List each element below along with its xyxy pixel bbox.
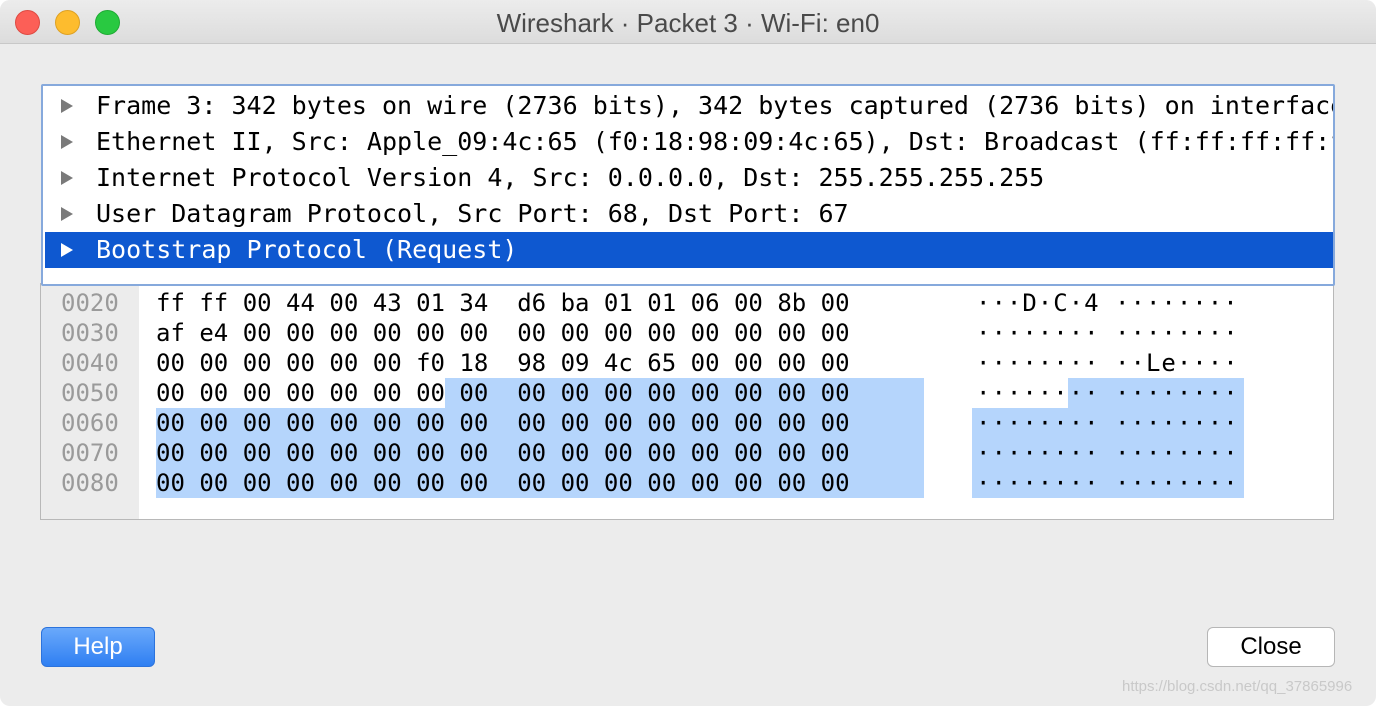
expand-arrow-icon[interactable] xyxy=(61,243,73,257)
hex-offset: 0030 xyxy=(61,319,119,347)
hex-row[interactable]: 0020 ff ff 00 44 00 43 01 34 d6 ba 01 01… xyxy=(41,288,1238,318)
tree-item-label: Frame 3: 342 bytes on wire (2736 bits), … xyxy=(96,91,1333,120)
hex-bytes[interactable]: 00 00 00 00 00 00 00 00 00 00 00 00 00 0… xyxy=(156,438,850,468)
hex-ascii[interactable]: ········ ········ xyxy=(976,378,1239,408)
expand-arrow-icon[interactable] xyxy=(61,135,73,149)
tree-item-label: User Datagram Protocol, Src Port: 68, Ds… xyxy=(96,199,849,228)
hex-offset: 0080 xyxy=(61,469,119,497)
help-button[interactable]: Help xyxy=(41,627,155,667)
expand-arrow-icon[interactable] xyxy=(61,99,73,113)
title-bar[interactable]: Wireshark · Packet 3 · Wi-Fi: en0 xyxy=(0,0,1376,44)
hex-row[interactable]: 0060 00 00 00 00 00 00 00 00 00 00 00 00… xyxy=(41,408,1238,438)
hex-ascii[interactable]: ········ ········ xyxy=(976,318,1239,348)
hex-row[interactable]: 0070 00 00 00 00 00 00 00 00 00 00 00 00… xyxy=(41,438,1238,468)
hex-offset: 0020 xyxy=(61,289,119,317)
hex-ascii[interactable]: ········ ··Le···· xyxy=(976,348,1239,378)
hex-bytes[interactable]: ff ff 00 44 00 43 01 34 d6 ba 01 01 06 0… xyxy=(156,288,850,318)
tree-item-bootp[interactable]: Bootstrap Protocol (Request) xyxy=(45,232,1333,268)
hex-bytes[interactable]: af e4 00 00 00 00 00 00 00 00 00 00 00 0… xyxy=(156,318,850,348)
hex-ascii[interactable]: ···D·C·4 ········ xyxy=(976,288,1239,318)
hex-bytes[interactable]: 00 00 00 00 00 00 00 00 00 00 00 00 00 0… xyxy=(156,408,850,438)
packet-dialog-window: Wireshark · Packet 3 · Wi-Fi: en0 0020 f… xyxy=(0,0,1376,706)
expand-arrow-icon[interactable] xyxy=(61,171,73,185)
tree-item-label: Bootstrap Protocol (Request) xyxy=(96,235,518,264)
hex-dump-pane[interactable]: 0020 ff ff 00 44 00 43 01 34 d6 ba 01 01… xyxy=(40,283,1334,520)
hex-bytes[interactable]: 00 00 00 00 00 00 00 00 00 00 00 00 00 0… xyxy=(156,468,850,498)
tree-item-frame[interactable]: Frame 3: 342 bytes on wire (2736 bits), … xyxy=(45,88,1333,124)
hex-row[interactable]: 0030 af e4 00 00 00 00 00 00 00 00 00 00… xyxy=(41,318,1238,348)
hex-ascii[interactable]: ········ ········ xyxy=(976,468,1239,498)
window-title: Wireshark · Packet 3 · Wi-Fi: en0 xyxy=(496,8,880,38)
close-button[interactable]: Close xyxy=(1207,627,1335,667)
expand-arrow-icon[interactable] xyxy=(61,207,73,221)
hex-row[interactable]: 0050 00 00 00 00 00 00 00 00 00 00 00 00… xyxy=(41,378,1238,408)
tree-item-label: Internet Protocol Version 4, Src: 0.0.0.… xyxy=(96,163,1045,192)
tree-item-ipv4[interactable]: Internet Protocol Version 4, Src: 0.0.0.… xyxy=(45,160,1333,196)
hex-offset: 0070 xyxy=(61,439,119,467)
tree-item-label: Ethernet II, Src: Apple_09:4c:65 (f0:18:… xyxy=(96,127,1333,156)
watermark-text: https://blog.csdn.net/qq_37865996 xyxy=(1122,678,1353,695)
hex-ascii[interactable]: ········ ········ xyxy=(976,438,1239,468)
packet-details-tree[interactable]: Frame 3: 342 bytes on wire (2736 bits), … xyxy=(41,84,1335,286)
hex-ascii[interactable]: ········ ········ xyxy=(976,408,1239,438)
hex-bytes[interactable]: 00 00 00 00 00 00 00 00 00 00 00 00 00 0… xyxy=(156,378,850,408)
hex-offset: 0060 xyxy=(61,409,119,437)
hex-row[interactable]: 0040 00 00 00 00 00 00 f0 18 98 09 4c 65… xyxy=(41,348,1238,378)
tree-item-ethernet[interactable]: Ethernet II, Src: Apple_09:4c:65 (f0:18:… xyxy=(45,124,1333,160)
hex-row[interactable]: 0080 00 00 00 00 00 00 00 00 00 00 00 00… xyxy=(41,468,1238,498)
hex-bytes[interactable]: 00 00 00 00 00 00 f0 18 98 09 4c 65 00 0… xyxy=(156,348,850,378)
hex-offset: 0040 xyxy=(61,349,119,377)
hex-offset: 0050 xyxy=(61,379,119,407)
tree-item-udp[interactable]: User Datagram Protocol, Src Port: 68, Ds… xyxy=(45,196,1333,232)
